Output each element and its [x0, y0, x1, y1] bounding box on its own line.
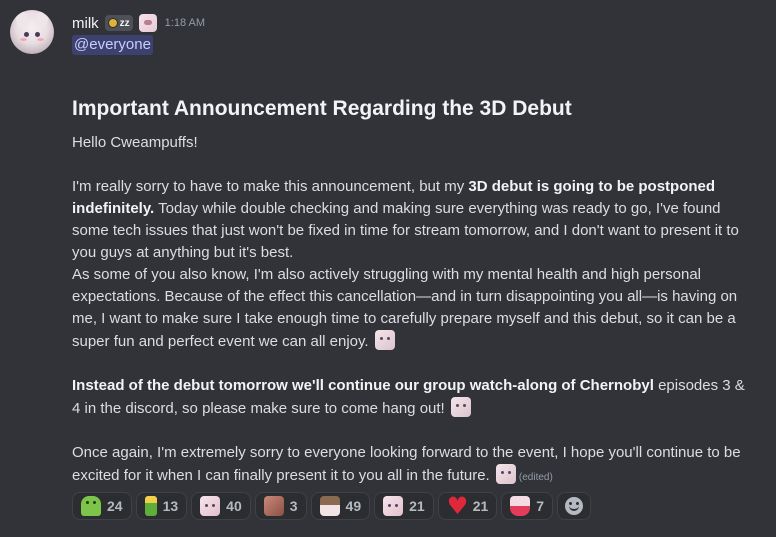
watch-along-bold-text: Instead of the debut tomorrow we'll cont… [72, 377, 654, 394]
reaction-button[interactable]: 49 [310, 492, 371, 520]
paragraph-watch-along: Instead of the debut tomorrow we'll cont… [72, 377, 745, 417]
bottle-emoji-icon [144, 496, 157, 516]
cake-emoji-icon [510, 496, 531, 516]
reaction-count: 24 [107, 498, 123, 514]
pink-character-emoji-icon [200, 496, 221, 516]
hat-character-emoji-icon [319, 496, 340, 516]
paragraph-apology: Once again, I'm extremely sorry to every… [72, 444, 741, 484]
bee-icon [107, 18, 118, 28]
bunny-emoji-icon[interactable] [374, 330, 395, 350]
server-tag-text: ᴢz [119, 17, 130, 29]
message-content: Important Announcement Regarding the 3D … [72, 94, 752, 489]
chat-message: milk ᴢz 1:18 AM @everyone Important Anno… [0, 0, 776, 537]
red-heart-emoji-icon [447, 492, 469, 520]
edited-label: (edited) [518, 472, 553, 483]
reaction-button[interactable]: 21 [374, 492, 434, 520]
announcement-heading: Important Announcement Regarding the 3D … [72, 97, 572, 120]
everyone-mention[interactable]: @everyone [72, 35, 153, 55]
pink-character-emoji-icon[interactable] [450, 397, 471, 417]
android-emoji-icon [81, 496, 101, 516]
paragraph-mental-health: As some of you also know, I'm also activ… [72, 266, 738, 350]
pink-character-emoji-icon[interactable] [495, 464, 516, 484]
reaction-button[interactable]: 24 [72, 492, 132, 520]
reaction-button[interactable]: 3 [254, 492, 307, 520]
greeting-text: Hello Cweampuffs! [72, 134, 198, 151]
reaction-count: 3 [289, 498, 298, 514]
paragraph-postponed: I'm really sorry to have to make this an… [72, 178, 739, 261]
message-timestamp[interactable]: 1:18 AM [165, 17, 205, 29]
reaction-button[interactable]: 13 [135, 492, 188, 520]
reaction-count: 13 [162, 498, 179, 514]
reactions-bar: 24 13 40 3 49 21 21 7 [72, 492, 592, 520]
pink-face-emoji-icon [383, 496, 404, 516]
role-icon[interactable] [138, 14, 157, 32]
reaction-count: 49 [345, 498, 362, 514]
username[interactable]: milk [72, 15, 99, 32]
message-header: milk ᴢz 1:18 AM [72, 13, 205, 33]
server-tag-badge[interactable]: ᴢz [104, 15, 133, 31]
reaction-count: 21 [409, 498, 425, 514]
brown-character-emoji-icon [263, 496, 284, 516]
add-reaction-smiley-icon [565, 497, 584, 515]
user-avatar[interactable] [10, 10, 54, 54]
add-reaction-button[interactable] [557, 492, 592, 520]
reaction-count: 7 [536, 498, 545, 514]
reaction-count: 21 [472, 498, 489, 514]
reaction-button[interactable]: 40 [191, 492, 251, 520]
reaction-button[interactable]: 21 [437, 492, 498, 520]
reaction-count: 40 [226, 498, 242, 514]
reaction-button[interactable]: 7 [501, 492, 554, 520]
